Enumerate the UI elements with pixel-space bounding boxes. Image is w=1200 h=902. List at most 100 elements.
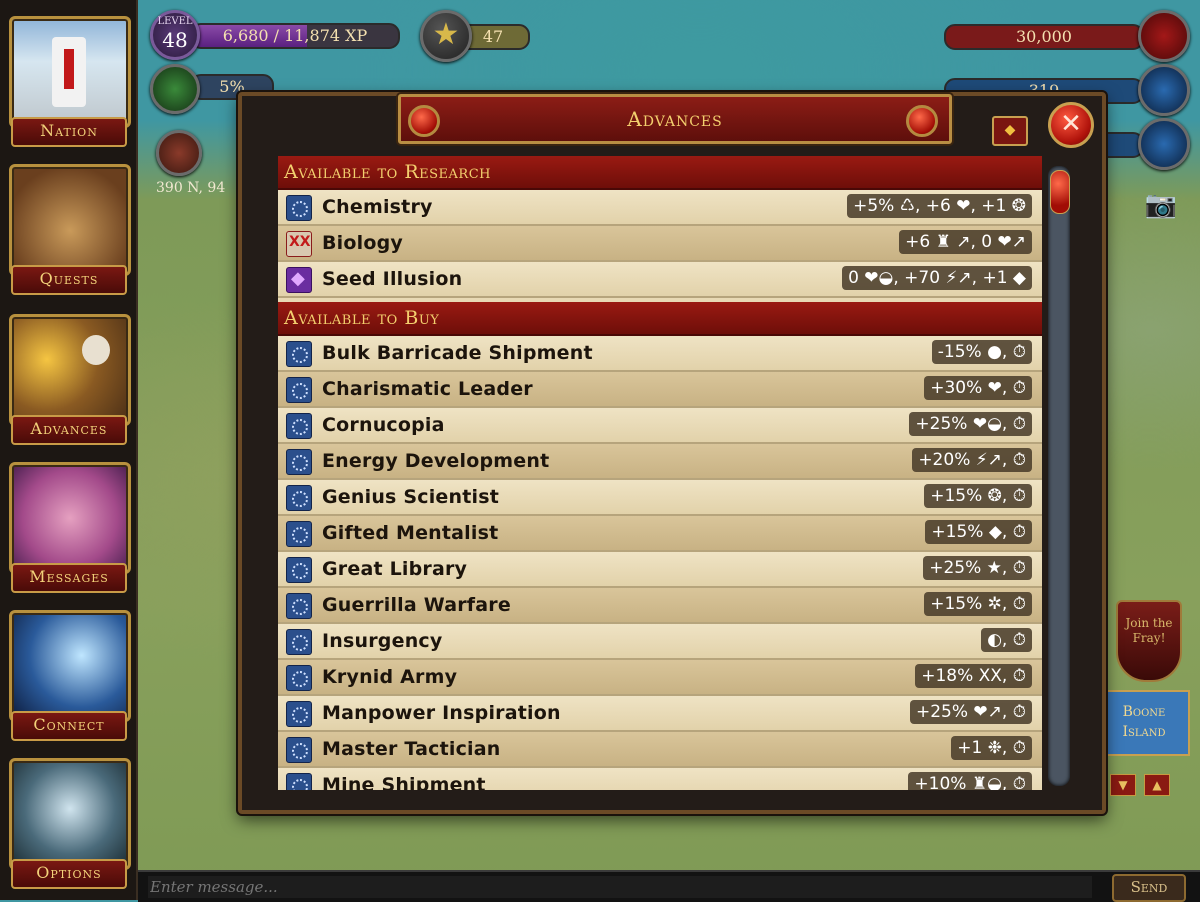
advance-row[interactable]: Seed Illusion 0 ❤◒, +70 ⚡↗, +1 ◆ (278, 262, 1042, 298)
advance-name: Biology (322, 232, 403, 254)
buy-list: Bulk Barricade Shipment -15% ●, ⏱ Charisma… (278, 336, 1042, 790)
advance-name: Charismatic Leader (322, 378, 533, 400)
arrow-down-icon[interactable]: ▼ (1110, 774, 1136, 796)
advance-effect: +18% XX, ⏱ (915, 664, 1032, 688)
advance-effect: +20% ⚡↗, ⏱ (912, 448, 1032, 472)
star-hud[interactable]: 47 ★ (420, 10, 530, 62)
advance-icon (286, 557, 312, 583)
filter-button[interactable]: ◆ (992, 116, 1028, 146)
level-number: 48 (162, 28, 188, 52)
left-gem-icon (408, 105, 440, 137)
advance-name: Great Library (322, 558, 468, 580)
advance-icon (286, 701, 312, 727)
advance-icon (286, 629, 312, 655)
advance-effect: +10% ♜◒, ⏱ (908, 772, 1032, 790)
advance-effect: +1 ❉, ⏱ (951, 736, 1032, 760)
join-fray-button[interactable]: Join the Fray! (1116, 600, 1182, 682)
advance-effect: -15% ●, ⏱ (931, 340, 1032, 364)
biology-icon (286, 231, 312, 257)
camera-icon[interactable]: 📷 (1142, 190, 1180, 220)
nav-connect-button[interactable]: Connect (5, 606, 131, 741)
advance-icon (286, 665, 312, 691)
advance-icon (286, 737, 312, 763)
advance-effect: +15% ✲, ⏱ (924, 592, 1032, 616)
currency-resource-icon[interactable] (1138, 118, 1190, 170)
send-button[interactable]: Send (1112, 874, 1186, 902)
level-badge: LEVEL 48 (150, 10, 200, 60)
compass-icon (156, 130, 202, 176)
advance-icon (286, 195, 312, 221)
nav-options-button[interactable]: Options (5, 754, 131, 889)
advance-effect: +15% ❂, ⏱ (924, 484, 1032, 508)
advance-row[interactable]: Insurgency ◐, ⏱ (278, 624, 1042, 660)
options-art-icon (9, 758, 131, 870)
advance-name: Genius Scientist (322, 486, 500, 508)
advance-icon (286, 485, 312, 511)
advance-effect: +5% ♺, +6 ❤, +1 ❂ (847, 194, 1032, 218)
advance-name: Seed Illusion (322, 268, 463, 290)
advance-row[interactable]: Genius Scientist +15% ❂, ⏱ (278, 480, 1042, 516)
right-gem-icon (906, 105, 938, 137)
advance-row[interactable]: Cornucopia +25% ❤◒, ⏱ (278, 408, 1042, 444)
coords-text: 390 N, 94 (156, 180, 226, 196)
advance-effect: +25% ❤↗, ⏱ (910, 700, 1032, 724)
messages-art-icon (9, 462, 131, 574)
level-xp-hud[interactable]: 6,680 / 11,874 XP LEVEL 48 (150, 10, 410, 60)
advance-effect: +15% ◆, ⏱ (925, 520, 1032, 544)
dialog-title-bar: Advances (398, 94, 952, 144)
advance-effect: ◐, ⏱ (981, 628, 1032, 652)
advance-row[interactable]: Biology +6 ♜ ↗, 0 ❤↗ (278, 226, 1042, 262)
advance-name: Gifted Mentalist (322, 522, 499, 544)
dialog-title: Advances (627, 107, 723, 131)
arrow-up-icon[interactable]: ▲ (1144, 774, 1170, 796)
advance-row[interactable]: Bulk Barricade Shipment -15% ●, ⏱ (278, 336, 1042, 372)
advance-icon (286, 521, 312, 547)
nav-messages-button[interactable]: Messages (5, 458, 131, 593)
advance-name: Cornucopia (322, 414, 445, 436)
nav-messages-label: Messages (11, 563, 127, 593)
advance-row[interactable]: Chemistry +5% ♺, +6 ❤, +1 ❂ (278, 190, 1042, 226)
advance-icon (286, 593, 312, 619)
red-resource-icon[interactable] (1138, 10, 1190, 62)
advance-row[interactable]: Master Tactician +1 ❉, ⏱ (278, 732, 1042, 768)
chat-message-input[interactable] (148, 876, 1092, 898)
nav-quests-label: Quests (11, 265, 127, 295)
energy-resource-icon[interactable] (1138, 64, 1190, 116)
quests-map-icon (9, 164, 131, 276)
green-orb-icon (150, 64, 200, 114)
advance-row[interactable]: Mine Shipment +10% ♜◒, ⏱ (278, 768, 1042, 790)
advance-row[interactable]: Gifted Mentalist +15% ◆, ⏱ (278, 516, 1042, 552)
advance-row[interactable]: Great Library +25% ★, ⏱ (278, 552, 1042, 588)
advances-list[interactable]: Available to Research Chemistry +5% ♺, +6… (278, 156, 1042, 790)
nav-nation-label: Nation (11, 117, 127, 147)
close-button[interactable]: ✕ (1048, 102, 1094, 148)
join-fray-label: Join the Fray! (1125, 616, 1173, 645)
advance-effect: +25% ★, ⏱ (923, 556, 1032, 580)
nav-quests-button[interactable]: Quests (5, 160, 131, 295)
advance-name: Manpower Inspiration (322, 702, 561, 724)
advance-name: Insurgency (322, 630, 443, 652)
advance-name: Guerrilla Warfare (322, 594, 511, 616)
nav-connect-label: Connect (11, 711, 127, 741)
advance-icon (286, 377, 312, 403)
advance-name: Bulk Barricade Shipment (322, 342, 593, 364)
scrollbar-thumb[interactable] (1050, 170, 1070, 214)
xp-text: 6,680 / 11,874 XP (222, 26, 368, 45)
research-list: Chemistry +5% ♺, +6 ❤, +1 ❂ Biology +6 ♜ ↗,… (278, 190, 1042, 298)
nation-art-icon (9, 16, 131, 128)
advances-dialog: Advances ◆ ✕ Available to Research Chemi… (238, 92, 1106, 814)
advances-skull-icon (9, 314, 131, 426)
island-panel[interactable]: Boone Island (1098, 690, 1190, 756)
nav-nation-button[interactable]: Nation (5, 12, 131, 147)
advance-icon (286, 773, 312, 790)
nav-advances-button[interactable]: Advances (5, 310, 131, 445)
advance-row[interactable]: Manpower Inspiration +25% ❤↗, ⏱ (278, 696, 1042, 732)
advance-row[interactable]: Guerrilla Warfare +15% ✲, ⏱ (278, 588, 1042, 624)
advance-row[interactable]: Krynid Army +18% XX, ⏱ (278, 660, 1042, 696)
research-section-header: Available to Research (278, 156, 1042, 190)
advance-row[interactable]: Energy Development +20% ⚡↗, ⏱ (278, 444, 1042, 480)
scrollbar[interactable] (1048, 166, 1070, 786)
advance-effect: 0 ❤◒, +70 ⚡↗, +1 ◆ (842, 266, 1032, 290)
resource-1-value: 30,000 (944, 24, 1144, 50)
advance-row[interactable]: Charismatic Leader +30% ❤, ⏱ (278, 372, 1042, 408)
